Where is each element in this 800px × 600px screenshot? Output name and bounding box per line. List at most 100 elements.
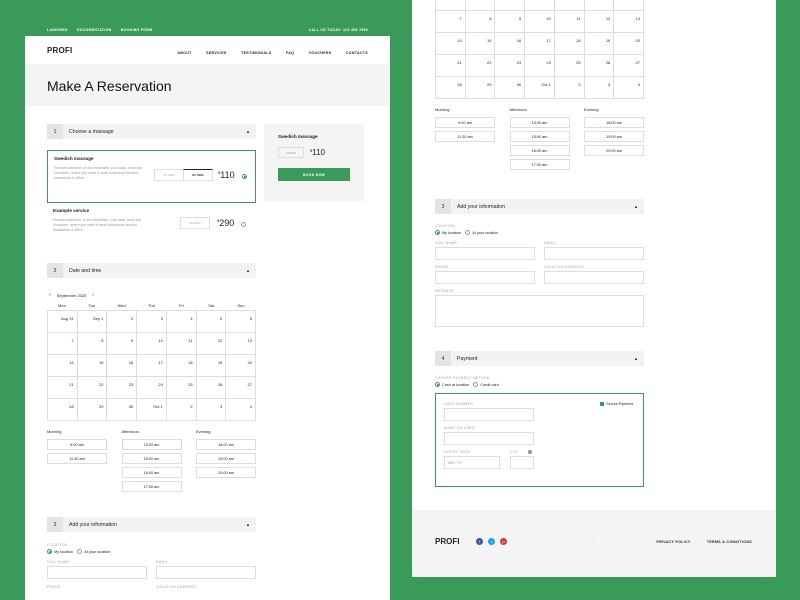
calendar-day[interactable]: 26 — [584, 55, 615, 77]
calendar-day[interactable]: 10 — [525, 11, 555, 33]
calendar-day[interactable]: 27 — [614, 55, 644, 77]
time-slot[interactable]: 20:00 am — [584, 145, 644, 156]
calendar-day[interactable]: 22 — [465, 55, 496, 77]
service-radio[interactable] — [241, 222, 246, 227]
radio-your-location[interactable] — [77, 549, 83, 554]
calendar-day[interactable]: 25 — [166, 377, 197, 399]
time-slot[interactable]: 11:30 am — [435, 131, 495, 142]
time-slot[interactable]: 20:00 am — [196, 467, 256, 478]
calendar-day[interactable]: 18 — [554, 33, 585, 55]
calendar-day[interactable]: 11 — [166, 333, 197, 355]
calendar-day[interactable]: 28 — [436, 77, 466, 99]
nav-link-testimonials[interactable]: TESTIMONIALS — [241, 51, 271, 55]
calendar-day[interactable]: 9 — [495, 11, 526, 33]
time-slot[interactable]: 17:00 am — [509, 159, 570, 170]
step-1-header[interactable]: 1 Choose a massage ▲ — [47, 124, 256, 139]
logo[interactable]: PROFI — [47, 46, 72, 55]
calendar-day[interactable]: Aug 31 — [436, 0, 466, 11]
calendar-day[interactable]: 23 — [107, 377, 138, 399]
time-slot[interactable]: 19:00 am — [196, 453, 256, 464]
time-slot[interactable]: 11:30 am — [47, 453, 107, 464]
calendar-day[interactable]: 8 — [465, 11, 496, 33]
calendar-day[interactable]: 28 — [48, 399, 78, 421]
cvc-input[interactable] — [510, 456, 534, 469]
time-slot[interactable]: 18:00 am — [196, 439, 256, 450]
calendar-day[interactable]: 6 — [614, 0, 644, 11]
book-now-button[interactable]: BOOK NOW — [278, 168, 350, 181]
time-slot[interactable]: 15:00 am — [509, 131, 570, 142]
calendar-day[interactable]: 9 — [107, 333, 138, 355]
calendar-day[interactable]: 19 — [584, 33, 615, 55]
service-option-example[interactable]: Example service Focused attention on the… — [47, 203, 256, 256]
message-textarea[interactable] — [435, 295, 644, 327]
calendar-day[interactable]: 16 — [107, 355, 138, 377]
service-option-swedish[interactable]: Swedish massage Focused attention on the… — [47, 150, 256, 203]
call-us-link[interactable]: CALL US TODAY: 123 456 7890 — [309, 28, 368, 32]
calendar-day[interactable]: 26 — [196, 377, 227, 399]
calendar-day[interactable]: 24 — [525, 55, 555, 77]
time-slot[interactable]: 13:00 am — [509, 117, 570, 128]
time-slot[interactable]: 19:00 am — [584, 131, 644, 142]
full-name-input[interactable] — [435, 247, 535, 260]
calendar-day[interactable]: 2 — [166, 399, 197, 421]
calendar-day[interactable]: 12 — [584, 11, 615, 33]
radio-cash[interactable] — [435, 382, 440, 387]
arrow-up-icon[interactable]: ↑ — [592, 537, 595, 543]
calendar-day[interactable]: 21 — [48, 377, 78, 399]
chevron-up-icon[interactable]: ▲ — [246, 129, 250, 134]
chevron-up-icon[interactable]: ▲ — [246, 268, 250, 273]
chevron-up-icon[interactable]: ▲ — [246, 522, 250, 527]
calendar-day[interactable]: 7 — [436, 11, 466, 33]
radio-credit-card[interactable] — [473, 382, 479, 387]
chevron-up-icon[interactable]: ▲ — [634, 356, 638, 361]
calendar-day[interactable]: 30 — [107, 399, 138, 421]
full-name-input[interactable] — [47, 566, 147, 579]
calendar-day[interactable]: 25 — [554, 55, 585, 77]
calendar-day[interactable]: 30 — [495, 77, 526, 99]
calendar-day[interactable]: 4 — [226, 399, 256, 421]
calendar-day[interactable]: 7 — [48, 333, 78, 355]
help-icon[interactable]: ? — [528, 450, 533, 454]
email-input[interactable] — [544, 247, 644, 260]
calendar-day[interactable]: 15 — [465, 33, 496, 55]
time-slot[interactable]: 15:00 am — [121, 453, 182, 464]
chevron-left-icon[interactable]: ‹ — [49, 292, 51, 298]
calendar-day[interactable]: 4 — [554, 0, 585, 11]
facebook-icon[interactable]: f — [476, 538, 483, 545]
calendar-day[interactable]: 4 — [166, 311, 197, 333]
calendar-day[interactable]: 14 — [48, 355, 78, 377]
location-address-input[interactable] — [544, 271, 644, 284]
footer-logo[interactable]: PROFI — [435, 537, 459, 546]
email-input[interactable] — [156, 566, 256, 579]
nav-link-faq[interactable]: FAQ — [286, 51, 294, 55]
duration-30-min[interactable]: 30 MIN — [154, 169, 184, 181]
calendar-day[interactable]: 2 — [554, 77, 585, 99]
service-radio-selected[interactable] — [242, 174, 247, 179]
calendar-day[interactable]: Sep 1 — [465, 0, 496, 11]
calendar-day[interactable]: 13 — [226, 333, 256, 355]
calendar-day[interactable]: 18 — [166, 355, 197, 377]
calendar-day[interactable]: 3 — [525, 0, 555, 11]
radio-my-location[interactable] — [47, 549, 52, 554]
calendar-day[interactable]: Oct 1 — [525, 77, 555, 99]
expiry-input[interactable]: MM / YY — [444, 456, 500, 469]
chevron-up-icon[interactable]: ▲ — [634, 204, 638, 209]
calendar-day[interactable]: 10 — [137, 333, 167, 355]
calendar-day[interactable]: 14 — [436, 33, 466, 55]
calendar-day[interactable]: 3 — [137, 311, 167, 333]
calendar-day[interactable]: 24 — [137, 377, 167, 399]
topbar-link-booking-form[interactable]: BOOKING FORM — [121, 28, 153, 32]
calendar-day[interactable]: 2 — [495, 0, 526, 11]
calendar-day[interactable]: 5 — [584, 0, 615, 11]
topbar-link-documentation[interactable]: DOCUMENTATION — [77, 28, 112, 32]
step-3-header[interactable]: 3 Add your information ▲ — [435, 199, 644, 214]
calendar-day[interactable]: 4 — [614, 77, 644, 99]
calendar-day[interactable]: 17 — [137, 355, 167, 377]
card-number-input[interactable] — [444, 408, 534, 421]
calendar-day[interactable]: Oct 1 — [137, 399, 167, 421]
calendar-day[interactable]: 13 — [614, 11, 644, 33]
calendar-day[interactable]: 6 — [226, 311, 256, 333]
name-on-card-input[interactable] — [444, 432, 534, 445]
phone-input[interactable] — [435, 271, 535, 284]
calendar-day[interactable]: 22 — [77, 377, 108, 399]
